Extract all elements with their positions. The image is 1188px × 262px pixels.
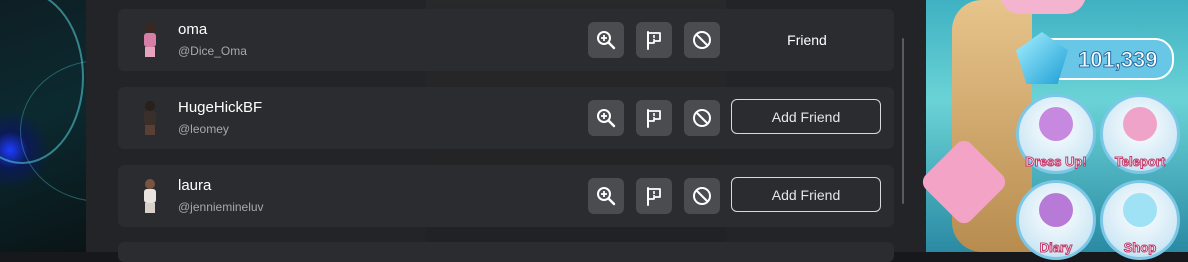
game-scene-left <box>0 0 182 252</box>
block-button[interactable] <box>684 178 720 214</box>
friend-status: Friend <box>787 32 827 48</box>
player-name: laura <box>178 177 212 194</box>
add-friend-button[interactable]: Add Friend <box>731 99 881 134</box>
player-row: oma @Dice_Oma Friend <box>118 9 894 71</box>
inspect-button[interactable] <box>588 22 624 58</box>
inspect-button[interactable] <box>588 100 624 136</box>
book-icon <box>1039 193 1073 227</box>
zoom-in-icon <box>597 187 616 206</box>
gem-count: 101,339 <box>1078 47 1159 73</box>
scrollbar[interactable] <box>902 38 904 204</box>
player-name: oma <box>178 21 208 38</box>
zoom-in-icon <box>597 109 616 128</box>
player-handle: @jenniemineluv <box>178 200 264 214</box>
avatar <box>138 101 162 135</box>
inspect-button[interactable] <box>588 178 624 214</box>
report-button[interactable] <box>636 100 672 136</box>
block-button[interactable] <box>684 22 720 58</box>
report-button[interactable] <box>636 178 672 214</box>
shop-bag-icon <box>1123 193 1157 227</box>
dress-up-button[interactable]: Dress Up! <box>1016 94 1096 174</box>
report-button[interactable] <box>636 22 672 58</box>
player-row: laura @jenniemineluv Add Friend <box>118 165 894 227</box>
flag-icon <box>647 31 661 50</box>
player-row: HugeHickBF @leomey Add Friend <box>118 87 894 149</box>
shop-button[interactable]: Shop <box>1100 180 1180 260</box>
diary-button[interactable]: Diary <box>1016 180 1096 260</box>
flag-icon <box>647 109 661 128</box>
block-button[interactable] <box>684 100 720 136</box>
block-icon <box>693 109 711 127</box>
wand-icon <box>1123 107 1157 141</box>
teleport-button[interactable]: Teleport <box>1100 94 1180 174</box>
teleport-label: Teleport <box>1114 154 1166 170</box>
player-handle: @Dice_Oma <box>178 44 247 58</box>
dress-icon <box>1039 107 1073 141</box>
dress-up-label: Dress Up! <box>1025 154 1087 170</box>
flag-icon <box>647 187 661 206</box>
shop-label: Shop <box>1123 240 1157 256</box>
heart-decoration <box>1000 0 1086 14</box>
zoom-in-icon <box>597 31 616 50</box>
avatar <box>138 23 162 57</box>
player-handle: @leomey <box>178 122 229 136</box>
block-icon <box>693 31 711 49</box>
gem-counter: 101,339 <box>1016 32 1174 84</box>
block-icon <box>693 187 711 205</box>
player-name: HugeHickBF <box>178 99 263 116</box>
diary-label: Diary <box>1039 240 1073 256</box>
avatar <box>138 179 162 213</box>
add-friend-button[interactable]: Add Friend <box>731 177 881 212</box>
player-row <box>118 242 894 262</box>
